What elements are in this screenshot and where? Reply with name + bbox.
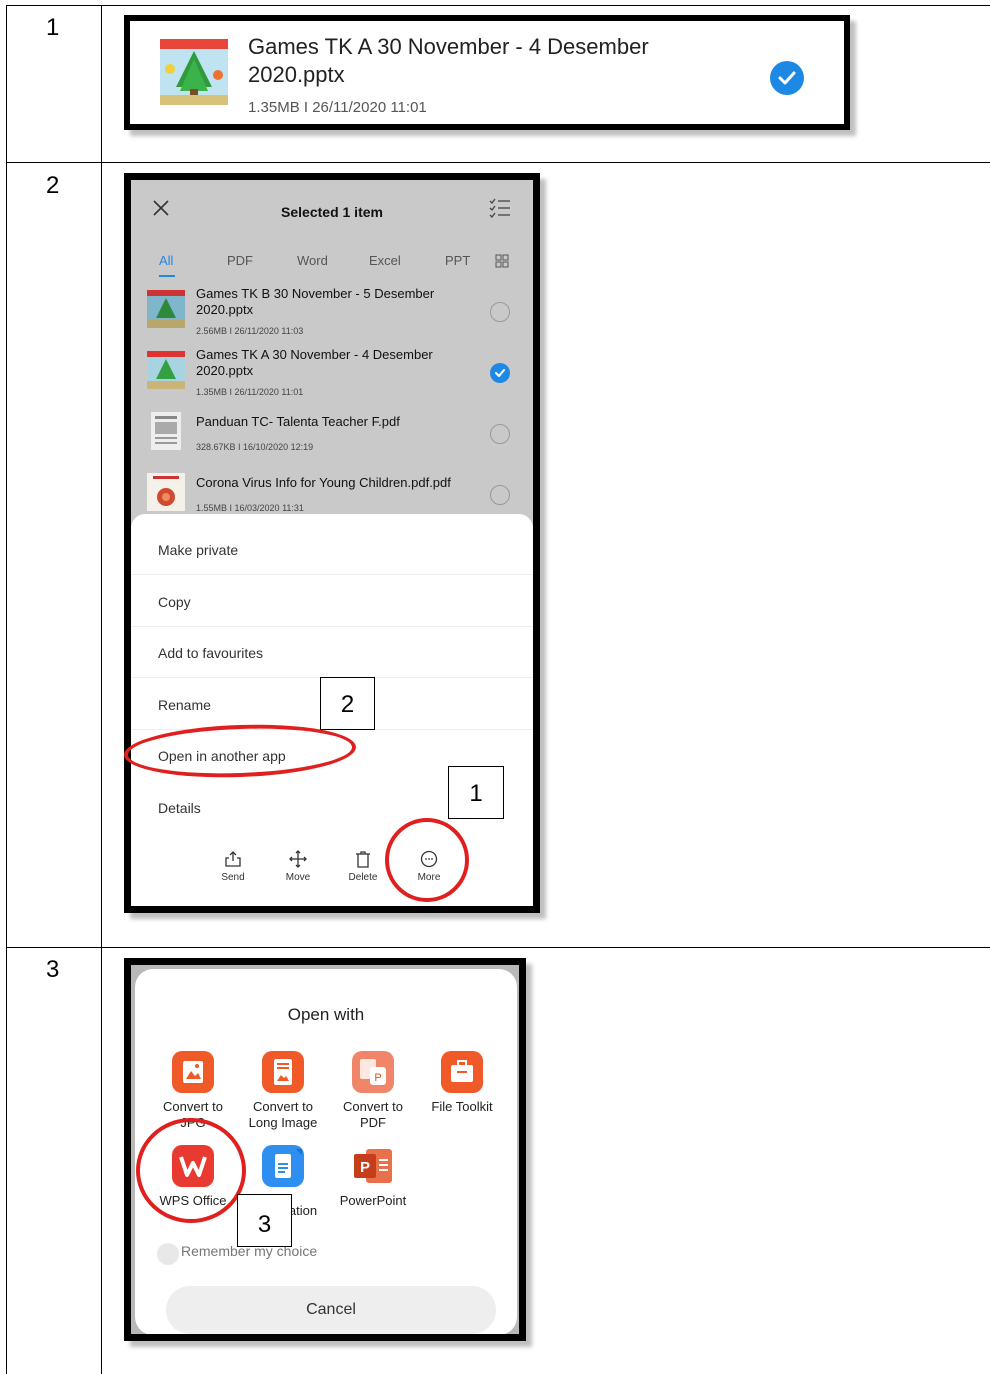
document-app-icon (262, 1145, 304, 1187)
tab-excel[interactable]: Excel (369, 253, 401, 268)
svg-text:P: P (360, 1159, 370, 1176)
move-label: Move (285, 872, 311, 883)
file-meta: 1.35MB I 26/11/2020 11:01 (248, 99, 427, 116)
file-name: Games TK A 30 November - 4 Desember 2020… (196, 347, 466, 379)
file-meta: 2.56MB I 26/11/2020 11:03 (196, 326, 304, 336)
file-name-line1: Games TK B 30 November - 5 Desember (196, 286, 435, 301)
move-button[interactable]: Move (272, 850, 324, 883)
app-file-toolkit[interactable]: File Toolkit (414, 1051, 510, 1115)
cancel-button[interactable]: Cancel (166, 1286, 496, 1334)
step-number-2: 2 (46, 172, 60, 199)
app-label-line1: Convert to (163, 1099, 223, 1114)
delete-label: Delete (348, 872, 378, 883)
convert-pdf-icon: P (352, 1051, 394, 1093)
file-meta: 1.55MB I 16/03/2020 11:31 (196, 503, 304, 513)
list-item[interactable]: Games TK A 30 November - 4 Desember 2020… (131, 345, 533, 406)
selected-check-icon[interactable] (490, 363, 510, 383)
select-all-icon[interactable] (489, 198, 511, 218)
send-label: Send (221, 872, 245, 883)
callout-step-1: 1 (448, 766, 504, 819)
tab-pdf[interactable]: PDF (227, 253, 253, 268)
selected-check-icon[interactable] (770, 61, 804, 95)
pptx-thumbnail-icon (160, 39, 228, 105)
app-label-line2: PDF (360, 1115, 386, 1130)
unselected-radio[interactable] (490, 302, 510, 322)
table-column-divider (101, 5, 102, 1374)
callout-step-3: 3 (237, 1194, 292, 1247)
menu-copy[interactable]: Copy (158, 594, 191, 610)
file-name: Games TK B 30 November - 5 Desember 2020… (196, 286, 466, 318)
app-label-line1: Convert to (253, 1099, 313, 1114)
file-name: Corona Virus Info for Young Children.pdf… (196, 475, 451, 490)
convert-jpg-icon (172, 1051, 214, 1093)
share-icon (225, 851, 241, 867)
file-name-line2: 2020.pptx (196, 363, 254, 378)
selection-header: Selected 1 item (281, 204, 383, 220)
list-item[interactable]: Games TK B 30 November - 5 Desember 2020… (131, 284, 533, 345)
menu-make-private[interactable]: Make private (158, 542, 238, 558)
send-button[interactable]: Send (207, 850, 259, 883)
powerpoint-icon: P (352, 1145, 394, 1187)
table-row-divider-2 (6, 947, 990, 948)
convert-long-image-icon (262, 1051, 304, 1093)
tab-all[interactable]: All (159, 253, 173, 268)
unselected-radio[interactable] (490, 424, 510, 444)
table-border-top (6, 5, 990, 6)
selected-file-card[interactable]: Games TK A 30 November - 4 Desember 2020… (124, 15, 850, 130)
highlight-more-button (385, 818, 469, 902)
file-name-line1: Games TK A 30 November - 4 Desember (196, 347, 433, 362)
menu-rename[interactable]: Rename (158, 697, 211, 713)
callout-step-2: 2 (320, 677, 375, 730)
file-name-line2: 2020.pptx (196, 302, 254, 317)
category-tabs: All PDF Word Excel PPT (131, 253, 533, 277)
file-title-line1: Games TK A 30 November - 4 Desember (248, 34, 649, 59)
menu-add-to-favourites[interactable]: Add to favourites (158, 645, 263, 661)
file-meta: 1.35MB I 26/11/2020 11:01 (196, 387, 304, 397)
file-title-line2: 2020.pptx (248, 62, 345, 87)
file-title: Games TK A 30 November - 4 Desember 2020… (248, 33, 708, 89)
pdf-thumbnail-icon (151, 412, 181, 450)
table-row-divider-1 (6, 162, 990, 163)
move-icon (289, 850, 307, 868)
step-number-1: 1 (46, 14, 60, 41)
trash-icon (356, 851, 370, 868)
app-convert-to-long-image[interactable]: Convert to Long Image (235, 1051, 331, 1131)
list-item[interactable]: Panduan TC- Talenta Teacher F.pdf 328.67… (131, 406, 533, 467)
step-number-3: 3 (46, 956, 60, 983)
unselected-radio[interactable] (490, 485, 510, 505)
file-toolkit-icon (441, 1051, 483, 1093)
menu-details[interactable]: Details (158, 800, 201, 816)
app-powerpoint[interactable]: P PowerPoint (325, 1145, 421, 1209)
file-meta: 328.67KB I 16/10/2020 12:19 (196, 442, 314, 452)
pptx-thumbnail-icon (147, 351, 185, 389)
pptx-thumbnail-icon (147, 290, 185, 328)
app-convert-to-pdf[interactable]: P Convert to PDF (325, 1051, 421, 1131)
app-label-line1: Convert to (343, 1099, 403, 1114)
grid-view-icon[interactable] (495, 254, 509, 268)
svg-text:P: P (374, 1072, 381, 1084)
remember-choice-checkbox[interactable] (157, 1243, 179, 1265)
app-label-line1: File Toolkit (431, 1099, 493, 1114)
app-label-line1: PowerPoint (339, 1193, 407, 1208)
highlight-wps-office (136, 1118, 246, 1223)
divider (131, 574, 533, 575)
app-label-line2: Long Image (248, 1115, 318, 1130)
delete-button[interactable]: Delete (337, 850, 389, 883)
dialog-title: Open with (287, 1005, 365, 1024)
divider (131, 626, 533, 627)
pdf-thumbnail-icon (147, 473, 185, 511)
table-border-left (6, 5, 7, 1374)
file-name: Panduan TC- Talenta Teacher F.pdf (196, 414, 400, 429)
tab-ppt[interactable]: PPT (445, 253, 470, 268)
tab-word[interactable]: Word (297, 253, 328, 268)
active-tab-indicator (159, 275, 175, 277)
